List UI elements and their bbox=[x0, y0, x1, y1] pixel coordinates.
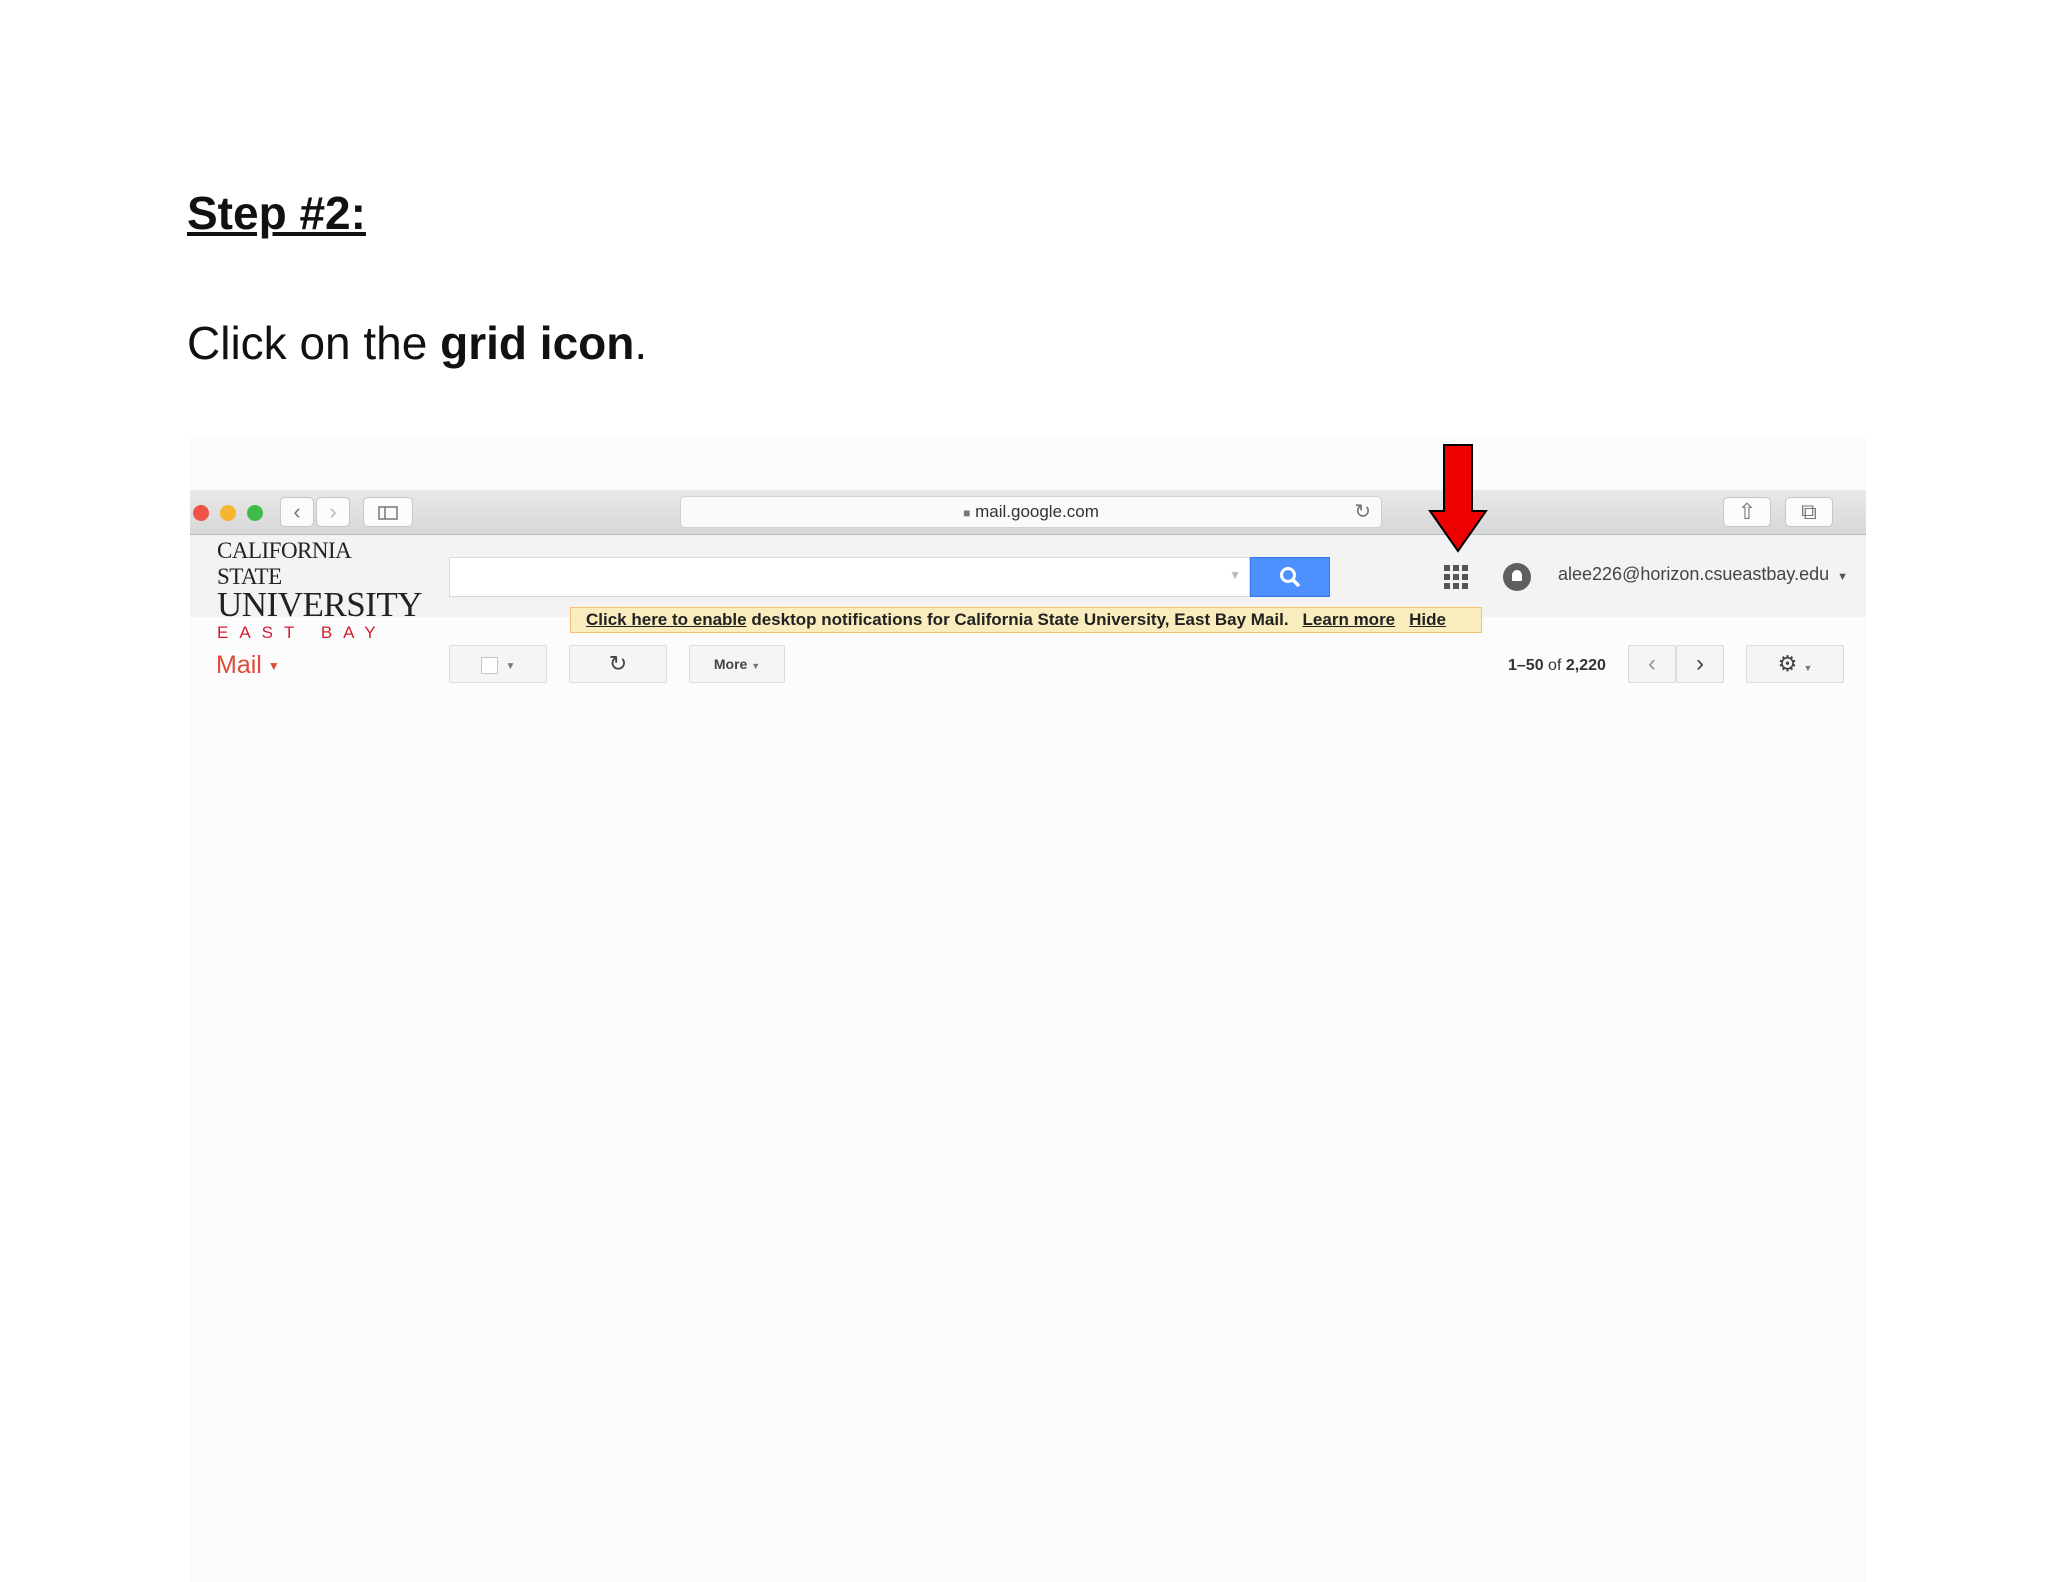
instruction-suffix: . bbox=[634, 317, 648, 369]
search-button[interactable] bbox=[1250, 557, 1330, 597]
chevron-right-icon: › bbox=[329, 499, 337, 524]
chevron-right-icon: › bbox=[1696, 650, 1704, 677]
select-all-checkbox[interactable] bbox=[480, 656, 498, 674]
tabs-icon: ⧉ bbox=[1801, 499, 1817, 524]
forward-button[interactable]: › bbox=[316, 497, 350, 527]
search-options-icon[interactable]: ▼ bbox=[1229, 568, 1241, 582]
chevron-down-icon: ▼ bbox=[1837, 571, 1849, 583]
chevron-down-icon: ▼ bbox=[1803, 663, 1813, 673]
settings-button[interactable]: ⚙ ▼ bbox=[1746, 645, 1844, 683]
sidebar-icon bbox=[378, 506, 398, 520]
browser-toolbar: ‹ › ■ mail.google.com ↻ ⇧ ⧉ bbox=[190, 490, 1866, 535]
account-menu[interactable]: alee226@horizon.csueastbay.edu ▼ bbox=[1558, 564, 1848, 585]
gmail-header: CALIFORNIA STATE UNIVERSITY EAST BAY ▼ a… bbox=[190, 535, 1866, 642]
instruction-prefix: Click on the bbox=[187, 317, 441, 369]
gear-icon: ⚙ bbox=[1777, 651, 1798, 676]
chevron-down-icon: ▼ bbox=[751, 661, 761, 671]
share-button[interactable]: ⇧ bbox=[1723, 497, 1771, 527]
notification-text: desktop notifications for California Sta… bbox=[746, 610, 1289, 629]
pager-count: 1–50 of 2,220 bbox=[1508, 657, 1606, 675]
share-icon: ⇧ bbox=[1737, 499, 1757, 524]
pager-range: 1–50 bbox=[1508, 657, 1544, 674]
newer-button[interactable]: ‹ bbox=[1628, 645, 1676, 683]
address-bar[interactable]: ■ mail.google.com ↻ bbox=[680, 496, 1382, 528]
search-icon bbox=[1280, 567, 1301, 588]
learn-more-link[interactable]: Learn more bbox=[1303, 610, 1396, 629]
red-arrow-annotation bbox=[1428, 444, 1488, 553]
lock-icon: ■ bbox=[963, 506, 971, 520]
pager-total: 2,220 bbox=[1565, 657, 1606, 674]
instruction: Click on the grid icon. bbox=[187, 316, 647, 370]
mail-menu[interactable]: Mail ▼ bbox=[216, 651, 280, 680]
notification-bar: Click here to enable desktop notificatio… bbox=[570, 607, 1482, 633]
more-button[interactable]: More ▼ bbox=[689, 645, 785, 683]
chevron-down-icon: ▼ bbox=[267, 659, 280, 674]
mail-toolbar: Mail ▼ ▼ ↻ More ▼ 1–50 of 2,220 ‹ › ⚙ ▼ bbox=[190, 633, 1866, 693]
mail-label: Mail bbox=[216, 651, 262, 679]
back-button[interactable]: ‹ bbox=[280, 497, 314, 527]
more-label: More bbox=[713, 656, 748, 672]
university-logo: CALIFORNIA STATE UNIVERSITY EAST BAY bbox=[217, 538, 422, 643]
select-button[interactable]: ▼ bbox=[449, 645, 547, 683]
minimize-window-button[interactable] bbox=[220, 505, 236, 521]
logo-line1: CALIFORNIA STATE bbox=[217, 538, 351, 589]
bell-icon[interactable] bbox=[1503, 563, 1531, 591]
sidebar-button[interactable] bbox=[363, 497, 413, 527]
pager-of: of bbox=[1548, 657, 1562, 674]
account-email: alee226@horizon.csueastbay.edu bbox=[1558, 564, 1830, 584]
zoom-window-button[interactable] bbox=[247, 505, 263, 521]
logo-line2: UNIVERSITY bbox=[217, 585, 422, 624]
chevron-left-icon: ‹ bbox=[1648, 650, 1656, 677]
instruction-bold: grid icon bbox=[440, 317, 635, 369]
url-text: mail.google.com bbox=[975, 502, 1099, 521]
screenshot: ‹ › ■ mail.google.com ↻ ⇧ ⧉ CALIFORNIA S… bbox=[190, 437, 1866, 1582]
refresh-icon: ↻ bbox=[608, 651, 628, 676]
older-button[interactable]: › bbox=[1676, 645, 1724, 683]
close-window-button[interactable] bbox=[193, 505, 209, 521]
step-title: Step #2: bbox=[187, 187, 366, 239]
hide-link[interactable]: Hide bbox=[1409, 610, 1446, 629]
chevron-left-icon: ‹ bbox=[293, 499, 301, 524]
grid-icon[interactable] bbox=[1444, 565, 1468, 589]
tabs-button[interactable]: ⧉ bbox=[1785, 497, 1833, 527]
chevron-down-icon: ▼ bbox=[505, 661, 516, 672]
search-input[interactable]: ▼ bbox=[449, 557, 1250, 597]
reload-icon[interactable]: ↻ bbox=[1354, 497, 1371, 527]
enable-notifications-link[interactable]: Click here to enable bbox=[586, 610, 747, 629]
refresh-button[interactable]: ↻ bbox=[569, 645, 667, 683]
